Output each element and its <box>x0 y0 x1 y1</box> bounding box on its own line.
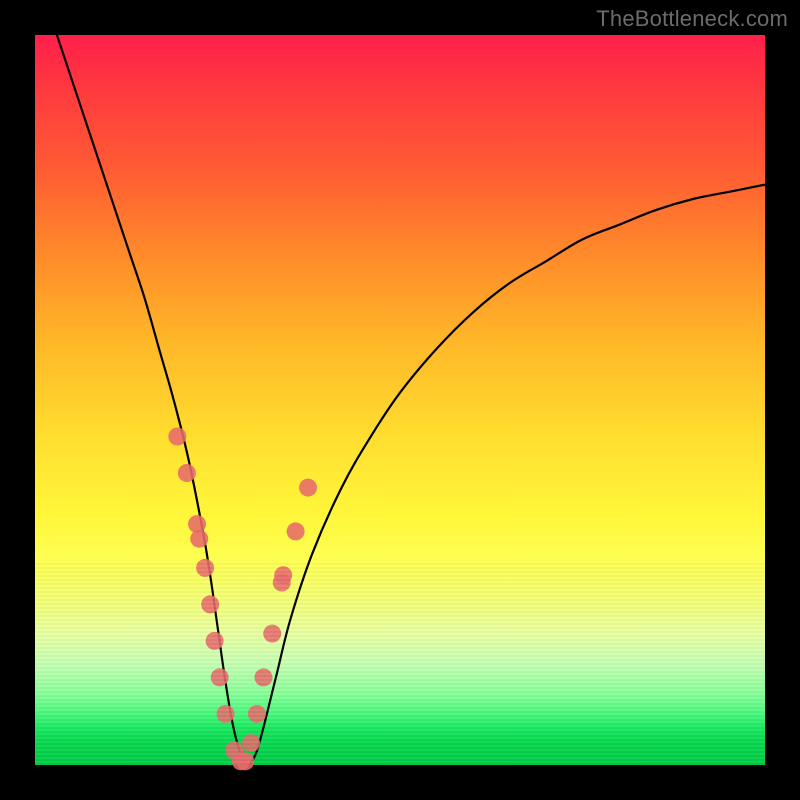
sample-point <box>196 559 214 577</box>
sample-point <box>190 530 208 548</box>
sample-point <box>201 595 219 613</box>
sample-point <box>263 625 281 643</box>
sample-point <box>274 566 292 584</box>
sample-point <box>168 428 186 446</box>
sample-point <box>287 522 305 540</box>
watermark-text: TheBottleneck.com <box>596 6 788 32</box>
sample-point <box>217 705 235 723</box>
chart-svg <box>35 35 765 765</box>
sample-points-group <box>168 428 317 771</box>
bottleneck-curve <box>57 35 765 765</box>
sample-point <box>236 752 254 770</box>
sample-point <box>242 734 260 752</box>
sample-point <box>299 479 317 497</box>
plot-area <box>35 35 765 765</box>
chart-frame: TheBottleneck.com <box>0 0 800 800</box>
sample-point <box>254 668 272 686</box>
sample-point <box>178 464 196 482</box>
sample-point <box>206 632 224 650</box>
sample-point <box>248 705 266 723</box>
sample-point <box>211 668 229 686</box>
